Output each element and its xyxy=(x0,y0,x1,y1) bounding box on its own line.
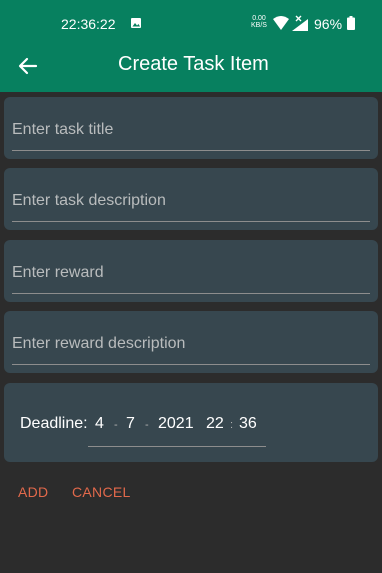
network-speed: 0.00 KB/S xyxy=(251,15,267,29)
deadline-card: Deadline: 4 - 7 - 2021 22 : 36 xyxy=(4,383,378,462)
image-icon xyxy=(131,18,141,28)
deadline-hour[interactable]: 22 xyxy=(206,415,224,433)
deadline-time-separator: : xyxy=(230,419,234,431)
status-bar: 22:36:22 0.00 KB/S 96% xyxy=(0,0,382,38)
deadline-year[interactable]: 2021 xyxy=(158,415,194,433)
app-bar: Create Task Item xyxy=(0,38,382,92)
wifi-icon xyxy=(273,16,289,30)
reward-input[interactable] xyxy=(12,240,370,294)
deadline-date-separator: - xyxy=(145,419,149,431)
deadline-date-separator: - xyxy=(114,419,118,431)
reward-description-input[interactable] xyxy=(12,311,370,365)
task-description-card xyxy=(4,168,378,230)
cellular-signal-icon xyxy=(292,15,308,31)
network-speed-value: 0.00 xyxy=(252,15,266,22)
battery-percentage: 96% xyxy=(314,16,343,32)
deadline-month[interactable]: 7 xyxy=(126,415,135,433)
deadline-day[interactable]: 4 xyxy=(95,415,104,433)
deadline-label: Deadline: xyxy=(20,415,88,432)
deadline-minute[interactable]: 36 xyxy=(239,415,257,433)
arrow-left-icon xyxy=(18,57,38,75)
status-time: 22:36:22 xyxy=(61,16,116,32)
task-title-card xyxy=(4,97,378,159)
task-title-input[interactable] xyxy=(12,97,370,151)
back-button[interactable] xyxy=(12,50,44,82)
battery-icon xyxy=(347,16,355,30)
reward-card xyxy=(4,240,378,302)
page-title: Create Task Item xyxy=(118,53,269,75)
deadline-underline xyxy=(88,446,266,447)
reward-description-card xyxy=(4,311,378,373)
add-button[interactable]: ADD xyxy=(18,484,48,500)
task-description-input[interactable] xyxy=(12,168,370,222)
cancel-button[interactable]: CANCEL xyxy=(72,484,131,500)
network-speed-unit: KB/S xyxy=(251,22,267,29)
